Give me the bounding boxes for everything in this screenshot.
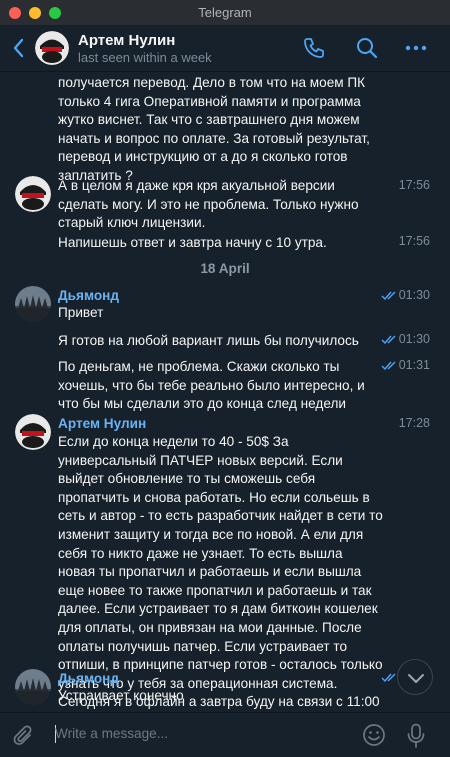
message-list[interactable]: получается перевод. Дело в том что на мо… xyxy=(0,72,450,712)
more-options-icon[interactable] xyxy=(404,36,428,60)
read-checkmarks-icon xyxy=(381,291,396,301)
contact-avatar[interactable] xyxy=(35,31,69,65)
message-text: Напишешь ответ и завтра начну с 10 утра. xyxy=(58,235,327,250)
message-time: 01:30 xyxy=(398,288,430,302)
chat-header: Артем Нулин last seen within a week xyxy=(0,26,450,72)
close-window-button[interactable] xyxy=(9,7,21,19)
message-time: 17:28 xyxy=(398,416,430,430)
attach-paperclip-icon[interactable] xyxy=(12,724,36,748)
sender-name[interactable]: Артем Нулин xyxy=(58,416,146,431)
contact-status: last seen within a week xyxy=(78,50,212,65)
emoji-smile-icon[interactable] xyxy=(362,723,386,747)
chevron-down-icon xyxy=(408,674,424,683)
message-time: 01:31 xyxy=(398,358,430,372)
message-time: 17:56 xyxy=(398,234,430,248)
message-input[interactable]: Write a message... xyxy=(55,726,168,741)
scroll-to-bottom-button[interactable] xyxy=(397,659,433,695)
message-text: Привет xyxy=(58,305,104,320)
window-titlebar: Telegram xyxy=(0,0,450,26)
sender-name[interactable]: Дьямонд xyxy=(58,288,119,303)
message-text: Я готов на любой вариант лишь бы получил… xyxy=(58,333,359,348)
minimize-window-button[interactable] xyxy=(29,7,41,19)
date-separator: 18 April xyxy=(200,261,250,276)
search-icon[interactable] xyxy=(355,36,379,60)
sender-avatar[interactable] xyxy=(15,286,51,322)
window-controls xyxy=(9,7,61,19)
message-time: 01:30 xyxy=(398,332,430,346)
zoom-window-button[interactable] xyxy=(49,7,61,19)
message-text: Устраивает конечно xyxy=(58,688,184,703)
window-title: Telegram xyxy=(198,5,252,20)
sender-avatar[interactable] xyxy=(15,414,51,450)
sender-avatar[interactable] xyxy=(15,669,51,705)
compose-bar: Write a message... xyxy=(0,712,450,757)
back-arrow-icon[interactable] xyxy=(11,37,27,59)
message-time: 17:56 xyxy=(398,178,430,192)
message-text: получается перевод. Дело в том что на мо… xyxy=(58,75,370,183)
read-checkmarks-icon xyxy=(381,335,396,345)
read-checkmarks-icon xyxy=(381,361,396,371)
message-text: А в целом я даже кря кря акуальной верси… xyxy=(58,178,359,231)
message-text: По деньгам, не проблема. Скажи сколько т… xyxy=(58,359,365,412)
phone-call-icon[interactable] xyxy=(302,36,326,60)
sender-avatar[interactable] xyxy=(15,176,51,212)
contact-name: Артем Нулин xyxy=(78,32,176,49)
sender-name[interactable]: Дьямонд xyxy=(58,671,119,686)
microphone-icon[interactable] xyxy=(406,723,426,749)
